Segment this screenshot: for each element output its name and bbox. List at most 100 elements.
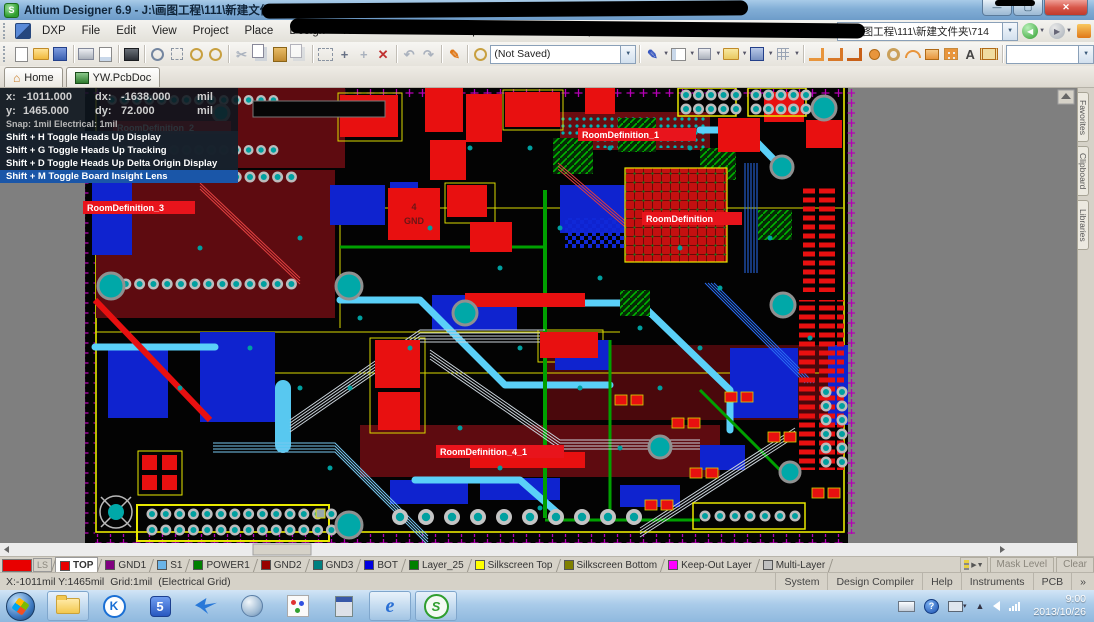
menu-dxp[interactable]: DXP xyxy=(34,23,74,39)
route-diff-icon[interactable] xyxy=(845,44,864,64)
nav-back-button[interactable]: ◀ xyxy=(1022,23,1038,39)
mask-icons[interactable]: ▶▼ xyxy=(960,557,987,573)
nav-forward-dropdown[interactable]: ▼ xyxy=(1066,28,1072,34)
mask-level-button[interactable]: Mask Level xyxy=(990,557,1055,573)
path-combo-dropdown[interactable]: ▼ xyxy=(1003,22,1018,41)
via-icon[interactable] xyxy=(884,44,903,64)
snap-grid-dropdown[interactable]: ▼ xyxy=(794,51,800,57)
menu-edit[interactable]: Edit xyxy=(108,23,144,39)
layer-tab-gnd3[interactable]: GND3 xyxy=(309,558,358,573)
highlight-pen-icon[interactable]: ✎ xyxy=(445,44,464,64)
new-icon[interactable] xyxy=(12,44,31,64)
nav-back-dropdown[interactable]: ▼ xyxy=(1039,28,1045,34)
panel-tab-clipboard[interactable]: Clipboard xyxy=(1078,146,1089,196)
open-icon[interactable] xyxy=(31,44,50,64)
polygon-icon[interactable] xyxy=(748,44,767,64)
interactive-route-icon[interactable] xyxy=(807,44,826,64)
panel-tab-libraries[interactable]: Libraries xyxy=(1078,200,1089,250)
copy-icon[interactable] xyxy=(251,44,270,64)
layer-tab-bot[interactable]: BOT xyxy=(360,558,402,573)
tab-home[interactable]: ⌂ Home xyxy=(4,67,63,87)
route-multi-icon[interactable] xyxy=(826,44,845,64)
menu-project[interactable]: Project xyxy=(185,23,237,39)
cut-icon[interactable]: ✂ xyxy=(232,44,251,64)
paste-icon[interactable] xyxy=(270,44,289,64)
taskbar-internet-explorer[interactable]: e xyxy=(369,591,411,621)
pcb-editor-canvas[interactable]: 4 GND xyxy=(0,88,1094,556)
layer-tab-layer25[interactable]: Layer_25 xyxy=(405,558,468,573)
taskbar-browser[interactable] xyxy=(231,591,273,621)
help-tool-icon[interactable] xyxy=(1077,24,1091,38)
select-area-icon[interactable] xyxy=(316,44,335,64)
panel-button-pcb[interactable]: PCB xyxy=(1033,573,1072,591)
taskbar-calculator[interactable] xyxy=(323,591,365,621)
redo-icon[interactable]: ↷ xyxy=(419,44,438,64)
clock[interactable]: 9:00 2013/10/26 xyxy=(1033,593,1086,619)
display-tray-icon[interactable]: ▾ xyxy=(948,601,967,612)
layer-tab-silkscreen-top[interactable]: Silkscreen Top xyxy=(471,558,557,573)
variant-combo[interactable] xyxy=(1006,45,1079,64)
move-icon[interactable]: + xyxy=(335,44,354,64)
undo-icon[interactable]: ↶ xyxy=(400,44,419,64)
keyboard-tray-icon[interactable] xyxy=(898,601,915,612)
snap-grid-icon[interactable] xyxy=(774,44,793,64)
layer-tab-s1[interactable]: S1 xyxy=(153,558,186,573)
taskbar-paint[interactable] xyxy=(277,591,319,621)
network-icon[interactable] xyxy=(1009,602,1020,611)
menu-place[interactable]: Place xyxy=(237,23,282,39)
room-label-4-1[interactable]: RoomDefinition_4_1 xyxy=(440,447,527,457)
zoom-out-icon[interactable] xyxy=(206,44,225,64)
layer-tab-gnd1[interactable]: GND1 xyxy=(101,558,150,573)
panel-button-design-compiler[interactable]: Design Compiler xyxy=(827,573,922,591)
fill-icon[interactable] xyxy=(922,44,941,64)
align-icon[interactable] xyxy=(695,44,714,64)
print-icon[interactable] xyxy=(76,44,95,64)
taskbar-k-app[interactable]: K xyxy=(93,591,135,621)
layer-tab-keepout[interactable]: Keep-Out Layer xyxy=(664,558,756,573)
taskbar-app-5[interactable]: 5 xyxy=(139,591,181,621)
close-button[interactable]: ✕ xyxy=(1044,0,1088,16)
filter-combo[interactable]: (Not Saved) xyxy=(490,45,621,64)
nav-forward-button[interactable]: ▶ xyxy=(1049,23,1065,39)
cross-select-icon[interactable]: + xyxy=(354,44,373,64)
zoom-area-icon[interactable] xyxy=(167,44,186,64)
layer-tab-multilayer[interactable]: Multi-Layer xyxy=(759,558,829,573)
zoom-window-icon[interactable] xyxy=(148,44,167,64)
tab-yw-pcbdoc[interactable]: YW.PcbDoc xyxy=(66,67,161,87)
find-similar-icon[interactable] xyxy=(471,44,490,64)
panel-button-more[interactable]: » xyxy=(1071,573,1094,591)
start-button[interactable] xyxy=(6,592,35,621)
hidden-icons-button[interactable]: ▲ xyxy=(976,601,985,611)
zoom-in-icon[interactable] xyxy=(187,44,206,64)
arc-icon[interactable] xyxy=(903,44,922,64)
wire-icon[interactable]: ✎ xyxy=(643,44,662,64)
filter-combo-dropdown[interactable]: ▼ xyxy=(621,45,635,64)
layer-tab-silkscreen-bottom[interactable]: Silkscreen Bottom xyxy=(560,558,662,573)
volume-icon[interactable] xyxy=(993,601,1000,611)
taskbar-bird-app[interactable] xyxy=(185,591,227,621)
sheet-icon[interactable] xyxy=(669,44,688,64)
pad-icon[interactable] xyxy=(865,44,884,64)
pcb-3d-icon[interactable] xyxy=(122,44,141,64)
array-place-icon[interactable] xyxy=(941,44,960,64)
room-label-center[interactable]: RoomDefinition xyxy=(646,214,713,224)
component-icon[interactable] xyxy=(980,44,999,64)
save-icon[interactable] xyxy=(50,44,69,64)
string-text-icon[interactable]: A xyxy=(961,44,980,64)
paste-array-icon[interactable] xyxy=(290,44,309,64)
clear-filter-icon[interactable]: ✕ xyxy=(373,44,392,64)
room-icon[interactable] xyxy=(721,44,740,64)
variant-combo-dropdown[interactable]: ▼ xyxy=(1079,45,1093,64)
taskbar-altium[interactable]: S xyxy=(415,591,457,621)
menu-view[interactable]: View xyxy=(144,23,185,39)
room-label-3[interactable]: RoomDefinition_3 xyxy=(87,203,164,213)
room-label-1[interactable]: RoomDefinition_1 xyxy=(582,130,659,140)
help-tray-icon[interactable]: ? xyxy=(924,599,939,614)
panel-button-help[interactable]: Help xyxy=(922,573,961,591)
layer-tab-power1[interactable]: POWER1 xyxy=(189,558,253,573)
panel-button-system[interactable]: System xyxy=(775,573,827,591)
panel-button-instruments[interactable]: Instruments xyxy=(961,573,1033,591)
menu-file[interactable]: File xyxy=(74,23,109,39)
clear-button[interactable]: Clear xyxy=(1056,557,1094,573)
panel-tab-favorites[interactable]: Favorites xyxy=(1078,92,1089,142)
